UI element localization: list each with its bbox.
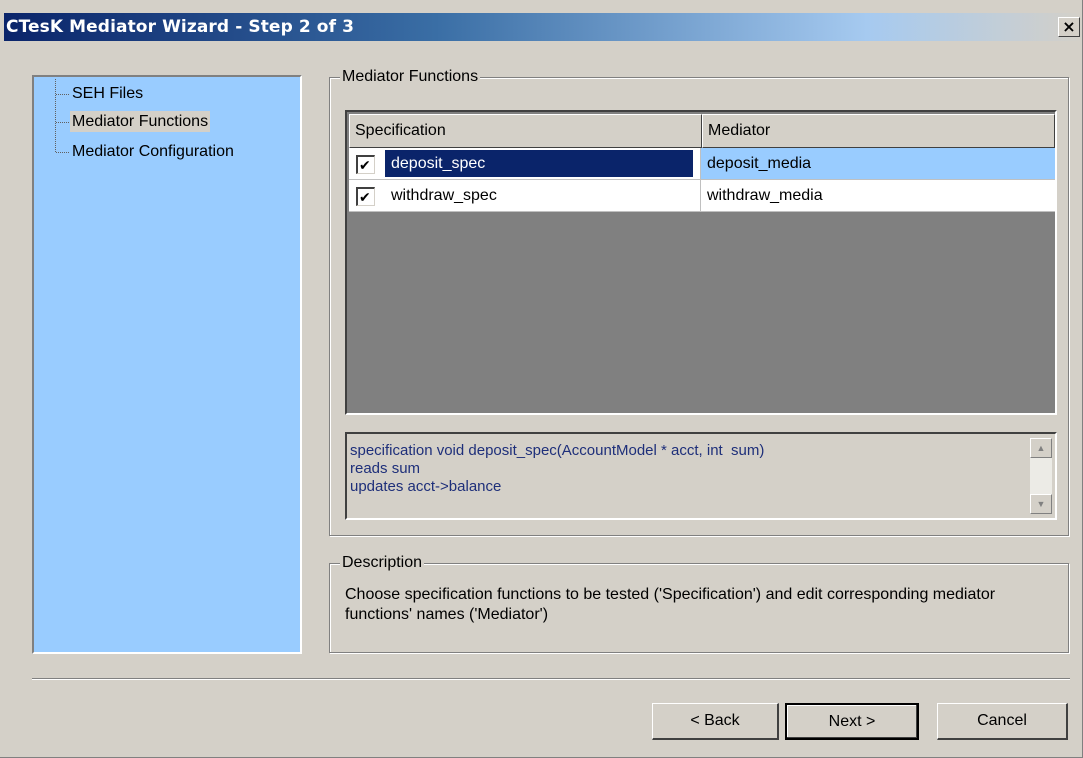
wizard-window: CTesK Mediator Wizard - Step 2 of 3 × SE…: [0, 0, 1083, 758]
window-title: CTesK Mediator Wizard - Step 2 of 3: [6, 17, 355, 37]
mediator-cell[interactable]: deposit_media: [702, 148, 1055, 179]
scroll-up-button[interactable]: ▲: [1030, 438, 1052, 458]
specification-cell[interactable]: ✔ withdraw_spec: [349, 180, 701, 211]
close-icon: ×: [1062, 17, 1076, 36]
description-group-title: Description: [340, 553, 425, 573]
arrow-up-icon: ▲: [1036, 443, 1046, 453]
arrow-down-icon: ▼: [1036, 499, 1046, 509]
code-line: specification void deposit_spec(AccountM…: [350, 442, 765, 459]
checkmark-icon: ✔: [359, 189, 371, 205]
specification-code-view[interactable]: specification void deposit_spec(AccountM…: [345, 432, 1057, 520]
vertical-scrollbar[interactable]: ▲ ▼: [1030, 438, 1052, 514]
functions-table: Specification Mediator ✔ deposit_spec de…: [345, 110, 1057, 415]
column-header-specification[interactable]: Specification: [349, 114, 702, 148]
specification-name: withdraw_spec: [391, 187, 497, 204]
steps-tree: SEH Files Mediator Functions Mediator Co…: [32, 75, 302, 654]
description-text: Choose specification functions to be tes…: [345, 586, 996, 623]
specification-cell[interactable]: ✔ deposit_spec: [349, 148, 701, 179]
mediator-functions-group-title: Mediator Functions: [340, 67, 481, 87]
table-row[interactable]: ✔ withdraw_spec withdraw_media: [349, 180, 1055, 212]
mediator-cell[interactable]: withdraw_media: [702, 180, 1055, 211]
code-line: updates acct->balance: [350, 478, 502, 495]
tree-item-label: SEH Files: [72, 85, 144, 102]
table-header: Specification Mediator: [349, 114, 1055, 148]
back-button[interactable]: < Back: [652, 703, 779, 740]
footer-separator: [32, 678, 1070, 680]
cancel-button[interactable]: Cancel: [937, 703, 1068, 740]
code-lines: specification void deposit_spec(AccountM…: [350, 442, 764, 496]
tree-item-label: Mediator Functions: [70, 111, 211, 132]
column-header-mediator[interactable]: Mediator: [702, 114, 1055, 148]
next-button[interactable]: Next >: [785, 703, 919, 740]
table-row[interactable]: ✔ deposit_spec deposit_media: [349, 148, 1055, 180]
scroll-down-button[interactable]: ▼: [1030, 494, 1052, 514]
specification-name: deposit_spec: [385, 150, 693, 177]
tree-connector-line: [55, 79, 56, 152]
code-line: reads sum: [350, 460, 421, 477]
title-bar: CTesK Mediator Wizard - Step 2 of 3 ×: [4, 13, 1082, 41]
tree-item-label: Mediator Configuration: [72, 143, 234, 160]
include-checkbox[interactable]: ✔: [356, 155, 375, 174]
checkmark-icon: ✔: [359, 157, 371, 173]
include-checkbox[interactable]: ✔: [356, 187, 375, 206]
close-button[interactable]: ×: [1058, 17, 1080, 37]
